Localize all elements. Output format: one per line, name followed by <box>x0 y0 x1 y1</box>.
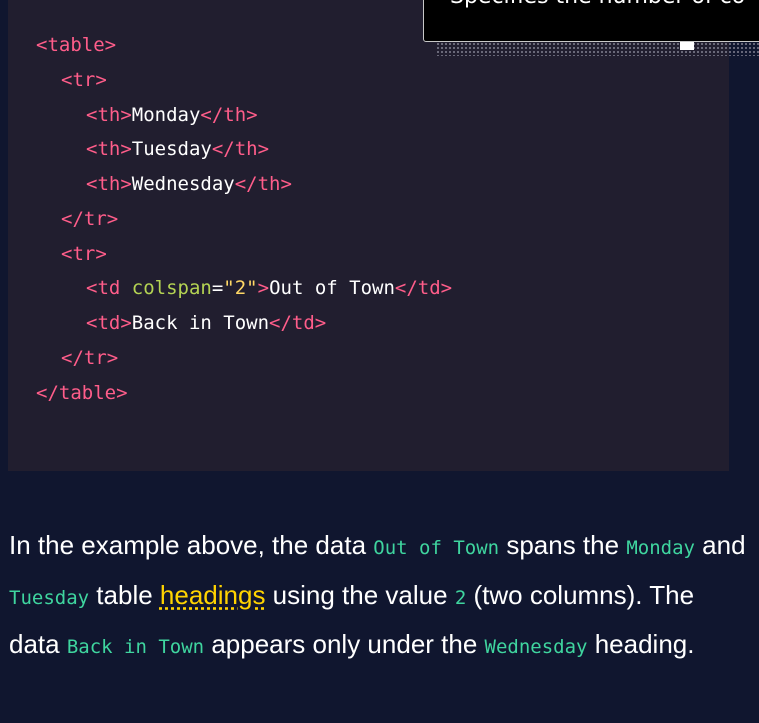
inline-code: 2 <box>454 586 467 609</box>
code-text: Monday <box>131 103 201 126</box>
code-tag: </th> <box>211 138 270 161</box>
code-equals: = <box>211 277 224 300</box>
code-tag: </tr> <box>61 207 119 230</box>
paragraph-text: table <box>89 579 160 610</box>
code-text: Back in Town <box>131 312 270 334</box>
code-tag: <table> <box>36 34 117 56</box>
paragraph-text: and <box>694 530 746 560</box>
paragraph-text: heading. <box>587 629 695 659</box>
code-tag: </table> <box>36 381 128 404</box>
code-tag: <th> <box>86 138 132 161</box>
tooltip-text: Specifies the number of co <box>450 0 745 9</box>
inline-code: Wednesday <box>484 636 588 658</box>
headings-link[interactable]: headings <box>160 580 266 610</box>
tooltip-pointer-icon <box>680 42 694 50</box>
attribute-tooltip: Specifies the number of co <box>423 0 759 42</box>
explanation-paragraph: In the example above, the data Out of To… <box>9 522 749 671</box>
code-line: </tr> <box>36 341 452 376</box>
code-tag: </td> <box>269 312 327 334</box>
code-listing: <table> <tr> <th>Monday</th> <th>Tuesday</t… <box>36 28 452 410</box>
code-text: Tuesday <box>131 138 212 161</box>
code-line: <th>Tuesday</th> <box>36 132 452 167</box>
code-tag: <tr> <box>61 68 107 91</box>
code-tag: > <box>257 277 270 300</box>
paragraph-text: appears only under the <box>204 629 485 659</box>
code-tag: </th> <box>200 103 258 126</box>
code-text: Out of Town <box>269 277 395 300</box>
code-attribute: colspan <box>131 277 212 300</box>
code-line: <td>Back in Town</td> <box>36 306 452 341</box>
code-line: <th>Wednesday</th> <box>36 167 452 202</box>
paragraph-text: In the example above, the data <box>9 530 374 560</box>
paragraph-text: spans the <box>499 530 627 560</box>
code-tag: <tr> <box>61 242 107 265</box>
code-line: <td colspan="2">Out of Town</td> <box>36 271 452 306</box>
code-tag: </tr> <box>61 346 119 369</box>
inline-code: Monday <box>626 537 695 559</box>
code-tag: <td <box>86 277 132 300</box>
code-tag: </th> <box>234 173 292 195</box>
code-line: <tr> <box>36 237 452 272</box>
code-example-block: <table> <tr> <th>Monday</th> <th>Tuesday</t… <box>8 0 729 471</box>
code-tag: <th> <box>86 173 132 195</box>
code-line: <table> <box>36 28 452 63</box>
code-line: <th>Monday</th> <box>36 98 452 133</box>
code-line: </tr> <box>36 202 452 237</box>
inline-code: Out of Town <box>373 537 500 559</box>
code-tag: <th> <box>86 103 132 126</box>
code-line: <tr> <box>36 63 452 98</box>
code-string: "2" <box>223 277 258 300</box>
tooltip-shadow <box>436 42 759 56</box>
inline-code: Back in Town <box>66 636 205 658</box>
code-tag: </td> <box>394 277 453 300</box>
paragraph-text: using the value <box>265 579 455 610</box>
code-text: Wednesday <box>131 173 235 195</box>
code-line: </table> <box>36 376 452 411</box>
inline-code: Tuesday <box>9 586 90 609</box>
code-tag: <td> <box>86 312 132 334</box>
